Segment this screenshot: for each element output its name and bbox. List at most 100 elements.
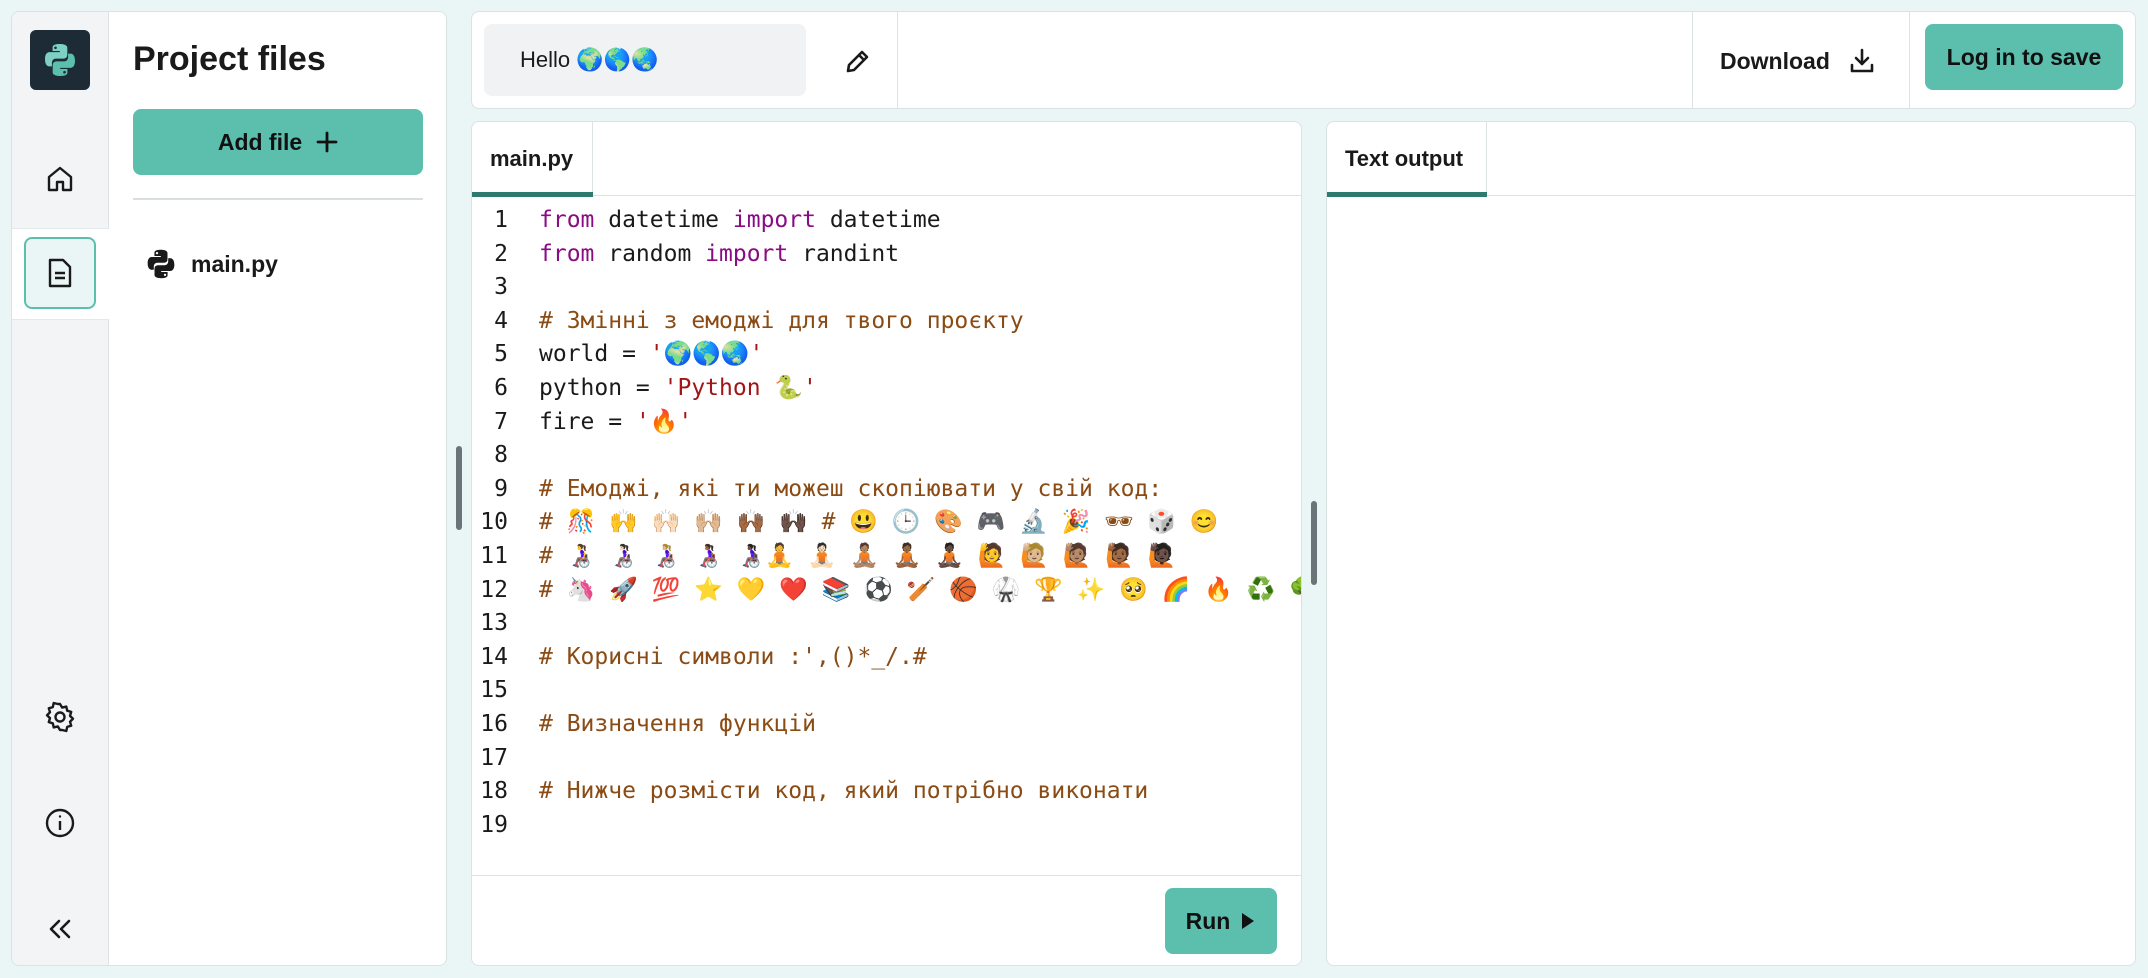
- code-line[interactable]: 6 python = 'Python 🐍': [472, 372, 1301, 406]
- code-line[interactable]: 15: [472, 674, 1301, 708]
- divider: [1909, 12, 1910, 108]
- code-text: # Змінні з емоджі для твого проєкту: [539, 305, 1024, 339]
- code-line[interactable]: 16 # Визначення функцій: [472, 708, 1301, 742]
- line-number: 16: [480, 711, 508, 737]
- code-text: # Корисні символи :',()*_/.#: [539, 641, 927, 675]
- code-text: fire = '🔥': [539, 406, 692, 440]
- code-line[interactable]: 14 # Корисні символи :',()*_/.#: [472, 641, 1301, 675]
- code-token: import: [732, 207, 816, 233]
- code-line[interactable]: 4 # Змінні з емоджі для твого проєкту: [472, 305, 1301, 339]
- code-line[interactable]: 13: [472, 607, 1301, 641]
- collapse-chevrons-icon: [46, 917, 74, 941]
- code-line[interactable]: 9 # Емоджі, які ти можеш скопіювати у сві…: [472, 473, 1301, 507]
- plus-icon: [316, 131, 338, 153]
- output-area: [1327, 196, 2135, 965]
- project-files-button[interactable]: [24, 237, 96, 309]
- code-token: random: [594, 240, 706, 267]
- gear-icon: [44, 701, 76, 733]
- code-token: # 🎊 🙌 🙌🏻 🙌🏼 🙌🏾 🙌🏿 # 😃 🕒 🎨 🎮 🔬 🎉 🕶 🎲 😊: [539, 509, 1219, 536]
- code-editor-panel: main.py 1 from datetime import datetime 2 f…: [471, 121, 1302, 966]
- run-button[interactable]: Run: [1165, 888, 1277, 954]
- code-line[interactable]: 5 world = '🌍🌎🌏': [472, 338, 1301, 372]
- code-token: from: [539, 240, 595, 267]
- code-token: from: [539, 207, 595, 233]
- code-line[interactable]: 3: [472, 271, 1301, 305]
- code-line[interactable]: 10 # 🎊 🙌 🙌🏻 🙌🏼 🙌🏾 🙌🏿 # 😃 🕒 🎨 🎮 🔬 🎉 🕶 🎲 😊: [472, 506, 1301, 540]
- code-text: from datetime import datetime: [539, 204, 941, 238]
- info-button[interactable]: [24, 787, 96, 859]
- download-icon: [1848, 47, 1876, 75]
- code-token: python =: [539, 375, 664, 401]
- download-label: Download: [1720, 47, 1830, 74]
- divider: [1692, 12, 1693, 108]
- code-line[interactable]: 1 from datetime import datetime: [472, 204, 1301, 238]
- code-line[interactable]: 12 # 🦄 🚀 💯 ⭐ 💛 ❤️ 📚 ⚽ 🏏 🏀 🥋 🏆 ✨ 🥺 🌈 🔥 ♻️ …: [472, 574, 1301, 608]
- file-icon: [46, 257, 74, 289]
- code-text: # 👩‍🦽 👩🏻‍🦽 👩🏼‍🦽 👩🏾‍🦽 👩🏿‍🦽🧘 🧘🏻 🧘🏽 🧘🏾 🧘🏿 🙋…: [539, 540, 1176, 574]
- line-number: 7: [494, 408, 508, 435]
- code-token: # Корисні символи :',()*_/.#: [539, 643, 927, 670]
- line-number: 14: [480, 643, 508, 670]
- code-token: '🌍🌎🌏': [649, 341, 764, 368]
- code-line[interactable]: 11 # 👩‍🦽 👩🏻‍🦽 👩🏼‍🦽 👩🏾‍🦽 👩🏿‍🦽🧘 🧘🏻 🧘🏽 🧘🏾 🧘🏿…: [472, 540, 1301, 574]
- code-token: # 👩‍🦽 👩🏻‍🦽 👩🏼‍🦽 👩🏾‍🦽 👩🏿‍🦽🧘 🧘🏻 🧘🏽 🧘🏾 🧘🏿 🙋…: [539, 543, 1177, 569]
- code-token: world =: [539, 341, 650, 368]
- output-tab-bar: Text output: [1327, 122, 2135, 197]
- sidebar-resize-handle[interactable]: [456, 446, 462, 530]
- line-number: 13: [480, 610, 508, 637]
- code-line[interactable]: 2 from random import randint: [472, 238, 1301, 272]
- code-token: '🔥': [635, 408, 693, 435]
- line-number: 15: [480, 677, 508, 704]
- code-text: # Емоджі, які ти можеш скопіювати у свій…: [539, 473, 1162, 507]
- text-output-panel: Text output: [1326, 121, 2136, 966]
- code-line[interactable]: 19: [472, 809, 1301, 843]
- project-files-pane: Project files Add file main.py: [109, 12, 446, 965]
- play-icon: [1240, 911, 1256, 931]
- divider: [133, 198, 423, 200]
- login-to-save-button[interactable]: Log in to save: [1925, 24, 2123, 90]
- download-button[interactable]: Download: [1720, 12, 1876, 110]
- code-line[interactable]: 8: [472, 439, 1301, 473]
- top-bar: Hello 🌍🌎🌏 Download Log in to save: [471, 11, 2136, 109]
- code-text: from random import randint: [539, 238, 899, 272]
- tab-text-output[interactable]: Text output: [1327, 122, 1487, 197]
- code-area[interactable]: 1 from datetime import datetime 2 from rand…: [472, 200, 1301, 840]
- home-button[interactable]: [24, 143, 96, 215]
- code-token: import: [705, 240, 789, 267]
- tab-main-py[interactable]: main.py: [472, 122, 593, 197]
- python-logo-icon[interactable]: [30, 30, 90, 90]
- code-line[interactable]: 17: [472, 742, 1301, 776]
- code-token: # Емоджі, які ти можеш скопіювати у свій…: [539, 475, 1163, 502]
- line-number: 17: [480, 744, 508, 771]
- active-tab-indicator: [472, 192, 593, 197]
- file-name: main.py: [191, 250, 278, 277]
- collapse-sidebar-button[interactable]: [24, 893, 96, 965]
- code-token: # Визначення функцій: [539, 711, 816, 737]
- code-text: # Нижче розмісти код, який потрібно вико…: [539, 775, 1148, 809]
- project-name-field[interactable]: Hello 🌍🌎🌏: [484, 24, 806, 96]
- code-token: fire =: [539, 408, 636, 435]
- line-number: 12: [480, 576, 508, 603]
- divider: [897, 12, 898, 108]
- line-number: 8: [494, 442, 508, 469]
- line-number: 5: [494, 341, 508, 368]
- panel-resize-handle[interactable]: [1311, 501, 1317, 585]
- info-icon: [44, 807, 76, 839]
- project-files-title: Project files: [133, 40, 326, 78]
- code-token: datetime: [815, 207, 941, 233]
- settings-button[interactable]: [24, 681, 96, 753]
- code-text: # Визначення функцій: [539, 708, 816, 742]
- line-number: 19: [480, 811, 508, 838]
- code-line[interactable]: 18 # Нижче розмісти код, який потрібно ви…: [472, 775, 1301, 809]
- code-token: datetime: [594, 207, 733, 233]
- code-line[interactable]: 7 fire = '🔥': [472, 406, 1301, 440]
- file-item-main-py[interactable]: main.py: [145, 248, 278, 280]
- tab-label: Text output: [1345, 146, 1464, 171]
- line-number: 2: [494, 240, 508, 267]
- edit-project-name-button[interactable]: [828, 32, 888, 90]
- code-text: python = 'Python 🐍': [539, 372, 817, 406]
- code-text: world = '🌍🌎🌏': [539, 338, 763, 372]
- code-text: # 🦄 🚀 💯 ⭐ 💛 ❤️ 📚 ⚽ 🏏 🏀 🥋 🏆 ✨ 🥺 🌈 🔥 ♻️ 🌳: [539, 574, 1301, 608]
- line-number: 10: [480, 509, 508, 536]
- add-file-button[interactable]: Add file: [133, 109, 423, 175]
